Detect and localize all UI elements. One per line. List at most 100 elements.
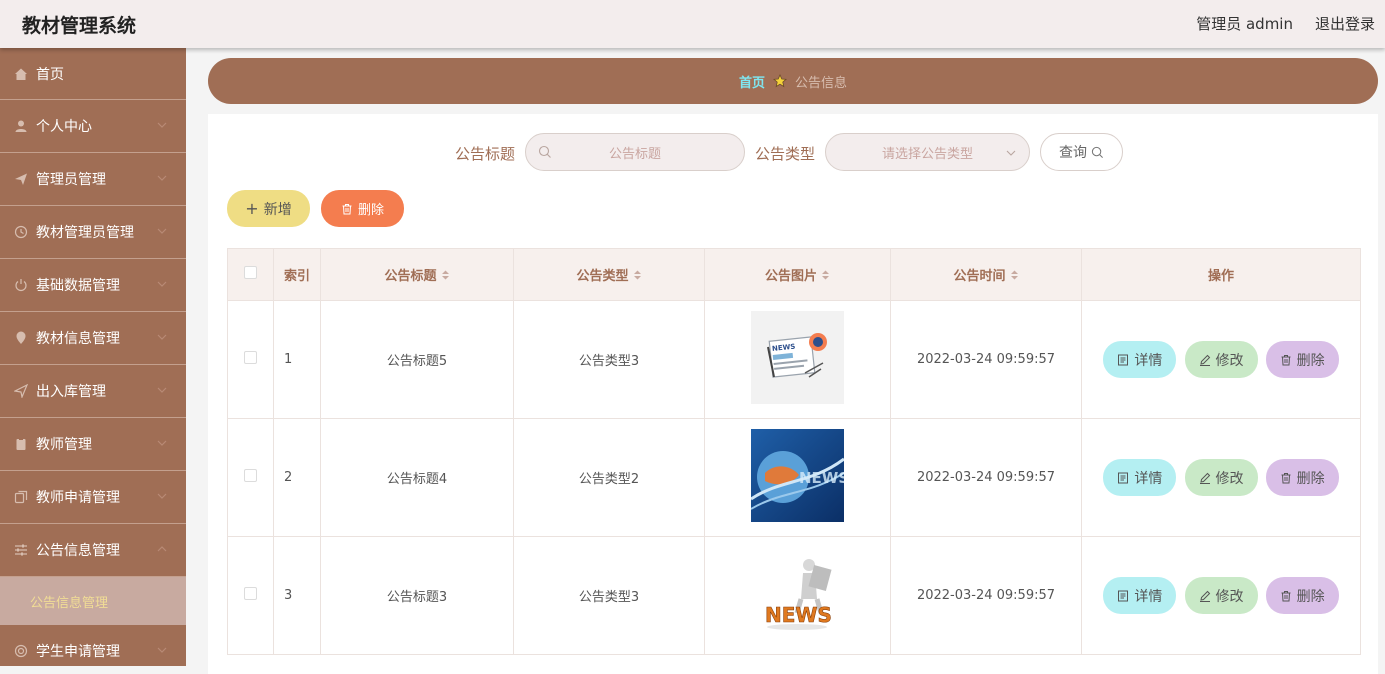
bulk-delete-button[interactable]: 删除 bbox=[321, 190, 404, 227]
home-icon bbox=[15, 68, 27, 80]
sidebar-item-material-info[interactable]: 教材信息管理 bbox=[0, 312, 186, 365]
delete-button-label: 删除 bbox=[1296, 588, 1325, 605]
top-bar: 教材管理系统 管理员 admin 退出登录 bbox=[0, 0, 1385, 48]
delete-button[interactable]: 删除 bbox=[1265, 341, 1339, 378]
breadcrumb: 首页 公告信息 bbox=[208, 58, 1378, 104]
sort-icon bbox=[441, 270, 449, 280]
sidebar-item-label: 个人中心 bbox=[36, 119, 92, 135]
header-title[interactable]: 公告标题 bbox=[320, 248, 514, 301]
sidebar-item-base-data[interactable]: 基础数据管理 bbox=[0, 259, 186, 312]
sort-icon bbox=[1010, 270, 1018, 280]
news-person-icon[interactable]: NEWS bbox=[751, 547, 844, 640]
header-time[interactable]: 公告时间 bbox=[890, 248, 1082, 301]
sidebar: 首页 个人中心 管理员管理 教材管理员管理 基础数据管理 教材信息管理 出入库管… bbox=[0, 48, 186, 666]
location-icon bbox=[16, 331, 26, 344]
user-info: 管理员 admin bbox=[1196, 15, 1293, 33]
navigation-icon bbox=[14, 384, 28, 398]
header-type-label: 公告类型 bbox=[576, 269, 629, 284]
detail-button-label: 详情 bbox=[1134, 470, 1163, 487]
sidebar-item-label: 管理员管理 bbox=[36, 172, 106, 188]
sidebar-item-admin[interactable]: 管理员管理 bbox=[0, 153, 186, 206]
sidebar-subitem-notice-manage[interactable]: 公告信息管理 bbox=[0, 577, 186, 625]
sidebar-item-teacher[interactable]: 教师管理 bbox=[0, 418, 186, 471]
edit-button[interactable]: 修改 bbox=[1184, 341, 1258, 378]
type-search-label: 公告类型 bbox=[755, 145, 816, 163]
detail-button[interactable]: 详情 bbox=[1103, 341, 1177, 378]
delete-button[interactable]: 删除 bbox=[1265, 577, 1339, 614]
circle-icon bbox=[14, 644, 28, 658]
header-type[interactable]: 公告类型 bbox=[513, 248, 705, 301]
star-icon bbox=[773, 74, 787, 88]
header-image[interactable]: 公告图片 bbox=[704, 248, 891, 301]
row-checkbox[interactable] bbox=[244, 469, 257, 482]
detail-button[interactable]: 详情 bbox=[1103, 577, 1177, 614]
row-checkbox[interactable] bbox=[244, 587, 257, 600]
trash-icon bbox=[1281, 590, 1291, 601]
type-select[interactable]: 请选择公告类型 bbox=[825, 133, 1030, 171]
news-paper-icon[interactable]: NEWS bbox=[751, 311, 844, 404]
logout-link[interactable]: 退出登录 bbox=[1315, 13, 1375, 34]
row-image-cell: NEWS bbox=[704, 536, 891, 655]
search-form: 公告标题 公告标题 公告类型 请选择公告类型 查询 bbox=[208, 133, 1378, 171]
header-image-label: 公告图片 bbox=[764, 269, 817, 284]
table-row: 1 公告标题5 公告类型3 NEWS 2022-03-24 09:59:57 详… bbox=[227, 300, 1361, 419]
trash-icon bbox=[1281, 354, 1291, 365]
pencil-icon bbox=[1199, 472, 1210, 484]
edit-button[interactable]: 修改 bbox=[1184, 459, 1258, 496]
type-select-placeholder: 请选择公告类型 bbox=[881, 146, 973, 162]
header-title-label: 公告标题 bbox=[384, 269, 437, 284]
chevron-down-icon bbox=[157, 122, 167, 128]
news-globe-icon[interactable]: NEWS bbox=[751, 429, 844, 522]
detail-button[interactable]: 详情 bbox=[1103, 459, 1177, 496]
title-search-placeholder: 公告标题 bbox=[608, 146, 661, 162]
chevron-down-icon bbox=[157, 175, 167, 181]
breadcrumb-home[interactable]: 首页 bbox=[739, 72, 765, 91]
header-ops: 操作 bbox=[1081, 248, 1361, 301]
document-icon bbox=[1118, 354, 1129, 365]
add-button[interactable]: + 新增 bbox=[227, 190, 310, 227]
delete-button-label: 删除 bbox=[1296, 352, 1325, 369]
sidebar-item-notice[interactable]: 公告信息管理 bbox=[0, 524, 186, 577]
select-all-cell[interactable] bbox=[227, 248, 274, 301]
table-row: 3 公告标题3 公告类型3 NEWS 2022-03-24 09:59:57 详… bbox=[227, 536, 1361, 655]
title-search-input[interactable]: 公告标题 bbox=[525, 133, 745, 171]
copy-icon bbox=[14, 490, 28, 504]
header-time-label: 公告时间 bbox=[953, 269, 1006, 284]
trash-icon bbox=[342, 203, 352, 214]
sidebar-item-label: 基础数据管理 bbox=[36, 278, 120, 294]
sidebar-item-label: 教师管理 bbox=[36, 437, 92, 453]
sidebar-item-label: 教师申请管理 bbox=[36, 490, 120, 506]
app-title: 教材管理系统 bbox=[22, 15, 137, 37]
row-type: 公告类型3 bbox=[513, 300, 705, 419]
sidebar-item-student-apply[interactable]: 学生申请管理 bbox=[0, 625, 186, 666]
sidebar-item-label: 出入库管理 bbox=[36, 384, 106, 400]
document-icon bbox=[1118, 472, 1129, 483]
row-ops: 详情 修改 删除 bbox=[1081, 418, 1361, 537]
sidebar-item-home[interactable]: 首页 bbox=[0, 48, 186, 100]
clipboard-icon bbox=[16, 438, 26, 450]
edit-button-label: 修改 bbox=[1215, 588, 1244, 605]
sidebar-item-profile[interactable]: 个人中心 bbox=[0, 100, 186, 153]
search-icon bbox=[538, 145, 551, 158]
sort-icon bbox=[633, 270, 641, 280]
chevron-down-icon bbox=[157, 387, 167, 393]
chevron-down-icon bbox=[157, 334, 167, 340]
sidebar-item-stock[interactable]: 出入库管理 bbox=[0, 365, 186, 418]
svg-text:NEWS: NEWS bbox=[799, 469, 844, 487]
select-all-checkbox[interactable] bbox=[244, 266, 257, 279]
row-time: 2022-03-24 09:59:57 bbox=[890, 418, 1082, 537]
sidebar-item-teacher-apply[interactable]: 教师申请管理 bbox=[0, 471, 186, 524]
delete-button[interactable]: 删除 bbox=[1265, 459, 1339, 496]
query-button[interactable]: 查询 bbox=[1040, 133, 1123, 171]
row-index: 3 bbox=[273, 536, 321, 655]
sidebar-item-label: 教材信息管理 bbox=[36, 331, 120, 347]
edit-button[interactable]: 修改 bbox=[1184, 577, 1258, 614]
send-icon bbox=[15, 173, 27, 185]
pencil-icon bbox=[1199, 354, 1210, 366]
sidebar-item-material-admin[interactable]: 教材管理员管理 bbox=[0, 206, 186, 259]
row-title: 公告标题5 bbox=[320, 300, 514, 419]
row-image-cell: NEWS bbox=[704, 418, 891, 537]
row-checkbox[interactable] bbox=[244, 351, 257, 364]
row-type: 公告类型3 bbox=[513, 536, 705, 655]
row-ops: 详情 修改 删除 bbox=[1081, 300, 1361, 419]
